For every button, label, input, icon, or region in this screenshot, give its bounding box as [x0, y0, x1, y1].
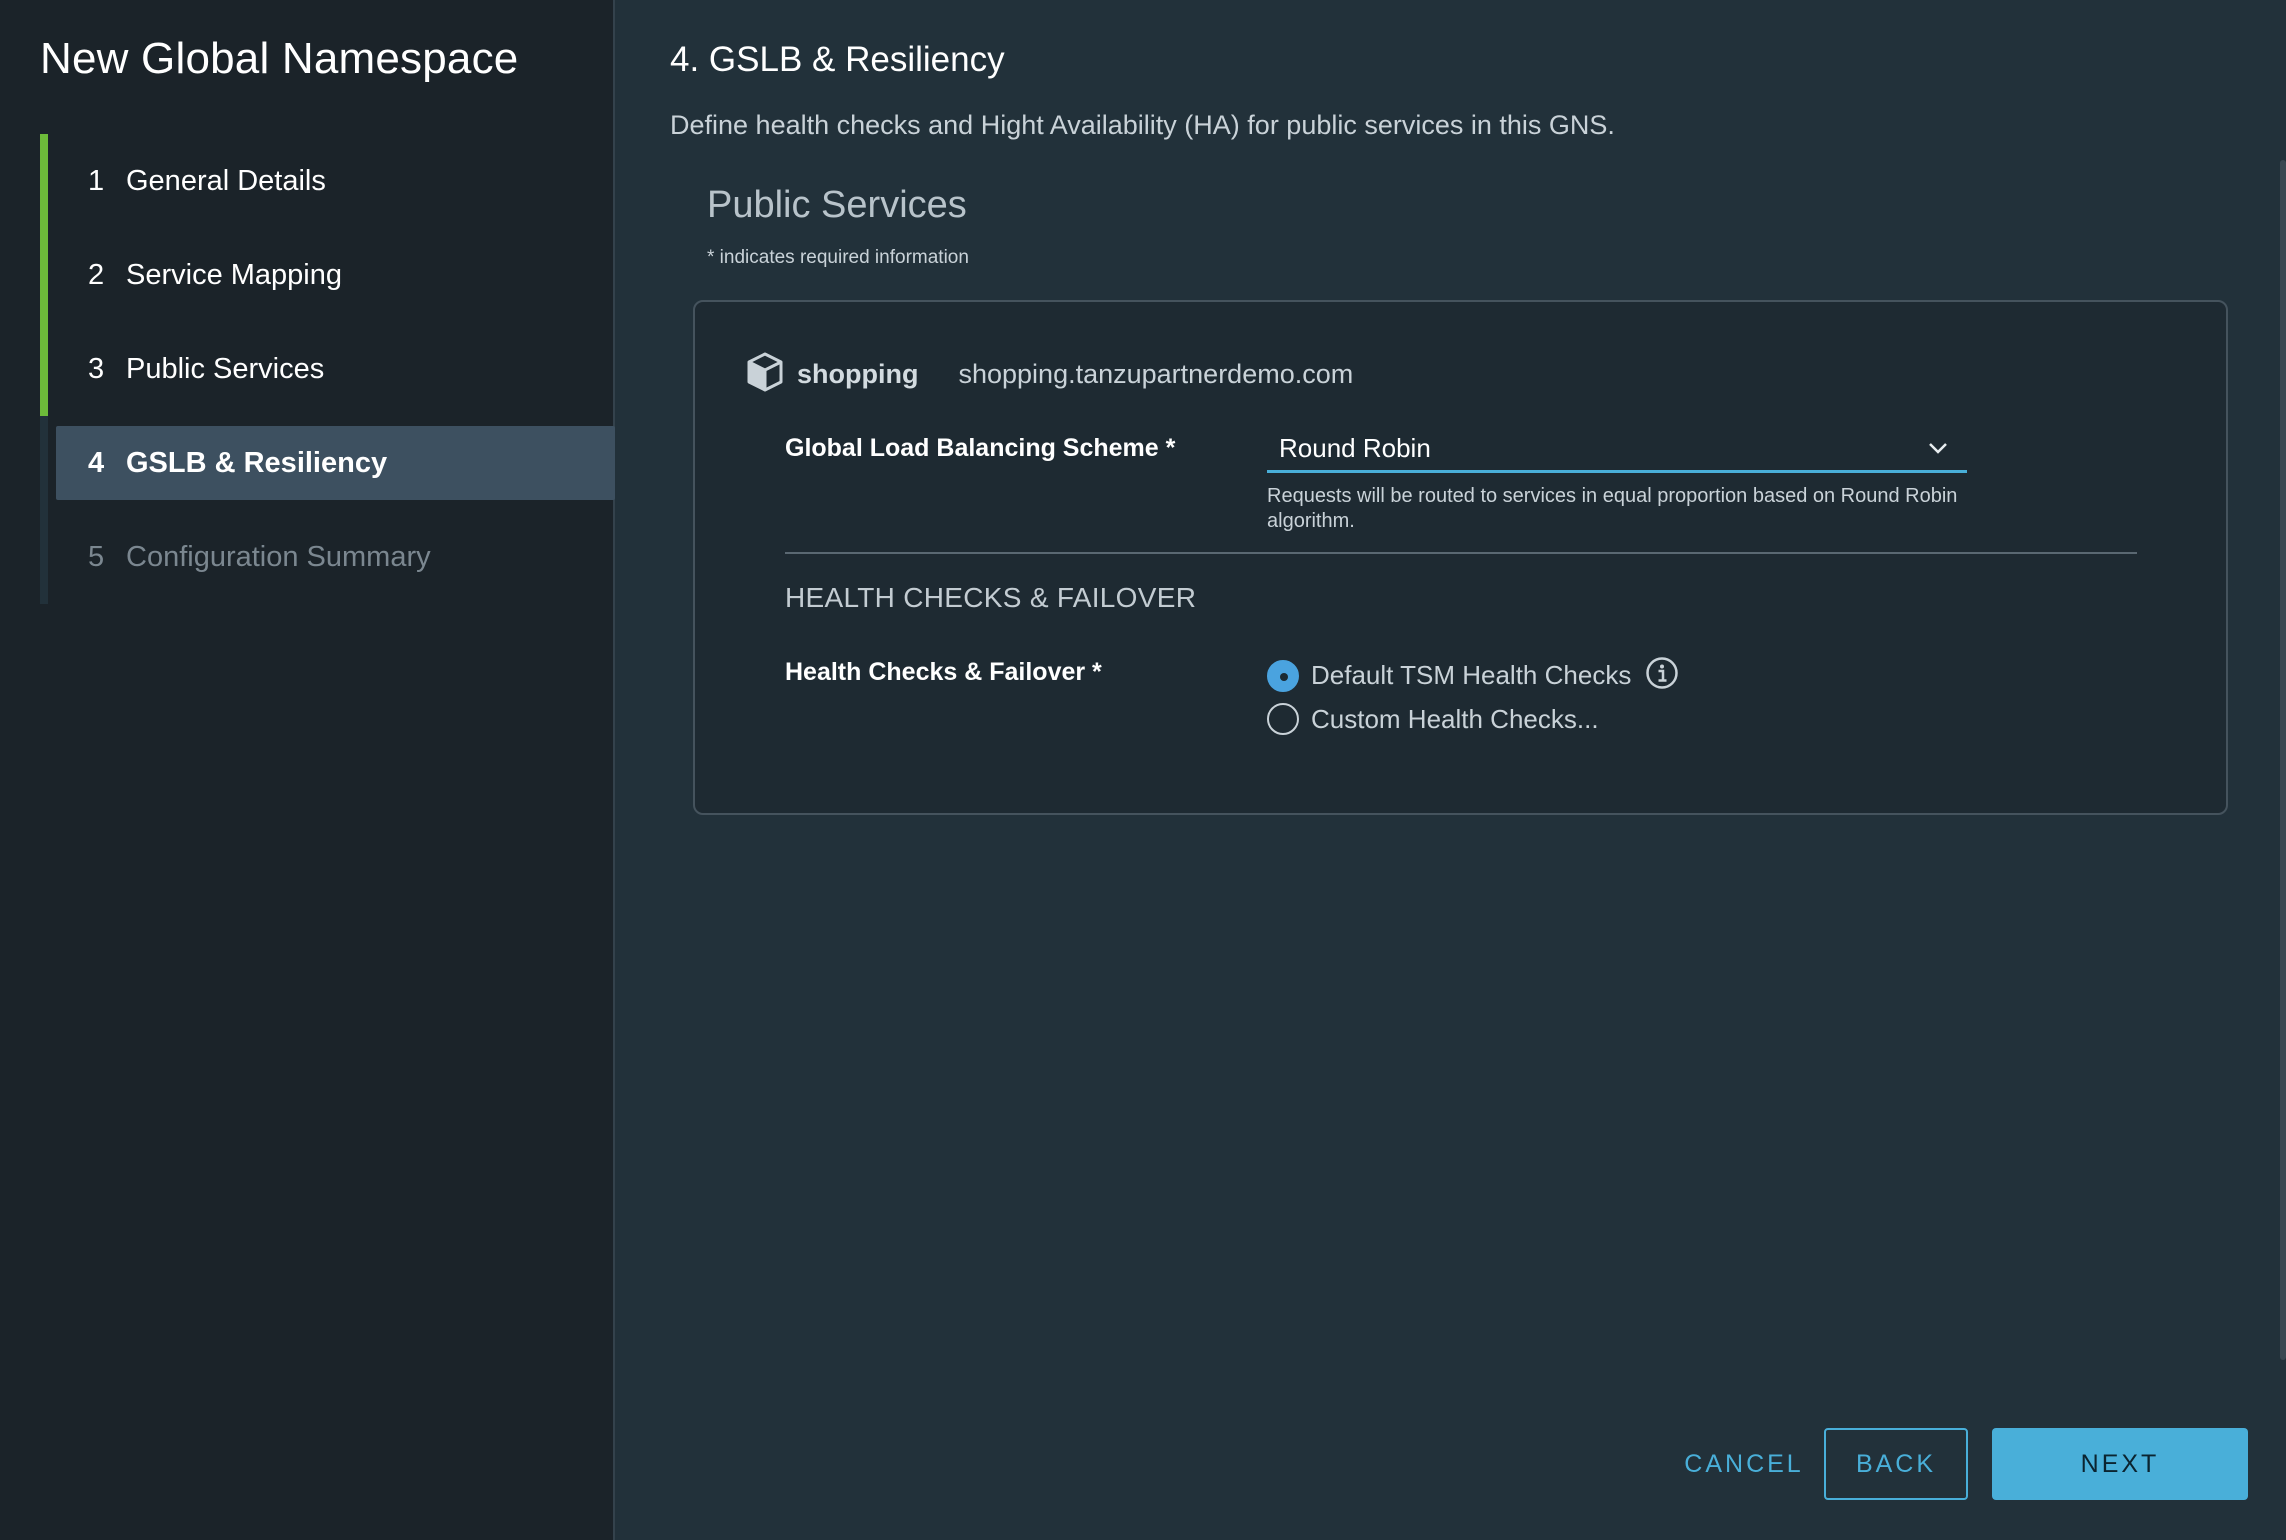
lb-scheme-value: Round Robin [1279, 433, 1431, 463]
radio-button[interactable] [1267, 659, 1299, 692]
health-checks-label: Health Checks & Failover * [785, 658, 1102, 686]
radio-button[interactable] [1267, 703, 1299, 735]
radio-default-health-checks[interactable]: Default TSM Health Checks [1267, 656, 1679, 695]
lb-scheme-helper: Requests will be routed to services in e… [1267, 485, 1958, 532]
service-name: shopping [797, 359, 919, 389]
step-general-details[interactable]: 1 General Details [40, 134, 615, 228]
step-configuration-summary: 5 Configuration Summary [40, 510, 615, 604]
radio-label: Default TSM Health Checks [1311, 660, 1632, 690]
step-label: Service Mapping [126, 258, 342, 291]
radio-label: Custom Health Checks... [1311, 703, 1599, 734]
page-title: 4. GSLB & Resiliency [670, 40, 1005, 79]
step-progress-bar [40, 322, 48, 416]
wizard-dialog: New Global Namespace 1 General Details 2… [0, 0, 2286, 1540]
wizard-sidebar: New Global Namespace 1 General Details 2… [0, 0, 615, 1540]
required-note: * indicates required information [707, 247, 969, 268]
step-number: 5 [88, 540, 105, 573]
step-service-mapping[interactable]: 2 Service Mapping [40, 228, 615, 322]
service-card: shopping shopping.tanzupartnerdemo.com G… [693, 300, 2228, 815]
wizard-title: New Global Namespace [40, 34, 519, 83]
lb-scheme-label: Global Load Balancing Scheme * [785, 434, 1176, 462]
next-button[interactable]: NEXT [1992, 1428, 2248, 1500]
cube-icon [747, 352, 783, 397]
page-description: Define health checks and Hight Availabil… [670, 110, 1615, 140]
step-label: GSLB & Resiliency [126, 446, 388, 479]
wizard-steps: 1 General Details 2 Service Mapping 3 Pu… [40, 134, 615, 604]
info-icon[interactable] [1645, 656, 1679, 695]
step-number: 2 [88, 258, 105, 291]
cancel-button[interactable]: CANCEL [1647, 1428, 1841, 1500]
step-progress-bar [40, 228, 48, 322]
step-number: 3 [88, 352, 105, 385]
step-progress-bar [40, 416, 48, 510]
lb-scheme-select[interactable]: Round Robin [1267, 427, 1967, 473]
radio-custom-health-checks[interactable]: Custom Health Checks... [1267, 703, 1599, 735]
section-divider [785, 552, 2137, 554]
wizard-content: 4. GSLB & Resiliency Define health check… [617, 0, 2286, 1540]
back-button[interactable]: BACK [1824, 1428, 1968, 1500]
step-public-services[interactable]: 3 Public Services [40, 322, 615, 416]
step-label: Configuration Summary [126, 540, 431, 573]
health-checks-heading: HEALTH CHECKS & FAILOVER [785, 582, 1197, 613]
service-header: shopping shopping.tanzupartnerdemo.com [747, 352, 1353, 397]
step-progress-bar [40, 510, 48, 604]
chevron-down-icon [1927, 437, 1949, 464]
step-number: 1 [88, 164, 105, 197]
section-title: Public Services [707, 184, 967, 226]
scrollbar[interactable] [2280, 160, 2286, 1360]
step-label: General Details [126, 164, 326, 197]
step-label: Public Services [126, 352, 325, 385]
step-gslb-resiliency[interactable]: 4 GSLB & Resiliency [40, 416, 615, 510]
service-host: shopping.tanzupartnerdemo.com [958, 359, 1354, 389]
step-number: 4 [88, 446, 105, 479]
step-progress-bar [40, 134, 48, 228]
